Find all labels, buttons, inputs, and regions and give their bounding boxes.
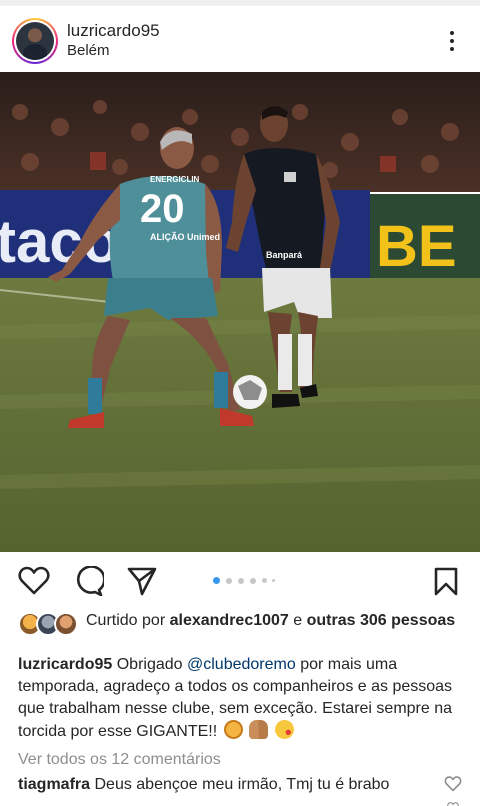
- top-comment: tiagmafra Deus abençoe meu irmão, Tmj tu…: [18, 776, 438, 794]
- liked-by-text: Curtido por alexandrec1007 e outras 306 …: [86, 612, 456, 629]
- heart-icon[interactable]: [18, 566, 50, 596]
- liked-by-avatars: [18, 612, 80, 636]
- caption-text-1: Obrigado: [116, 656, 183, 673]
- post-photo[interactable]: tacon BE 20 ENERGICLIN ALIÇÃO Unimed Ban…: [0, 72, 480, 552]
- liked-by-suffix[interactable]: pessoas: [391, 612, 455, 629]
- player-number: 20: [140, 187, 185, 231]
- carousel-indicator: [213, 577, 283, 584]
- player-left-sponsor-2: ALIÇÃO Unimed: [150, 232, 220, 242]
- post-actions: [0, 552, 480, 608]
- kiss-face-emoji-icon: [274, 720, 294, 739]
- post-username[interactable]: luzricardo95: [67, 21, 160, 41]
- share-icon[interactable]: [126, 566, 158, 596]
- profile-avatar[interactable]: [12, 18, 58, 64]
- player-left-sponsor: ENERGICLIN: [150, 175, 200, 184]
- post-location[interactable]: Belém: [67, 42, 110, 59]
- comment-username[interactable]: tiagmafra: [18, 776, 90, 793]
- comment-text: Deus abençoe meu irmão, Tmj tu é brabo: [94, 776, 390, 793]
- liked-by-user[interactable]: alexandrec1007: [170, 612, 289, 629]
- football-match-image: tacon BE 20 ENERGICLIN ALIÇÃO Unimed Ban…: [0, 72, 480, 552]
- player-right-sponsor: Banpará: [266, 250, 303, 260]
- comment-heart-icon[interactable]: [444, 776, 462, 792]
- comment-icon[interactable]: [72, 565, 106, 597]
- lion-emoji-icon: [223, 720, 243, 739]
- ad-board-right: BE: [376, 214, 457, 279]
- view-all-comments-link[interactable]: Ver todos os 12 comentários: [18, 751, 221, 769]
- caption-mention[interactable]: @clubedoremo: [187, 656, 296, 673]
- more-options-icon[interactable]: [436, 26, 468, 56]
- bookmark-icon[interactable]: [430, 566, 462, 596]
- post-caption: luzricardo95 Obrigado @clubedoremo por m…: [18, 654, 468, 743]
- next-comment-heart-icon: [447, 800, 459, 806]
- post-header: luzricardo95 Belém: [0, 6, 480, 72]
- praying-hands-emoji-icon: [249, 720, 269, 739]
- caption-username[interactable]: luzricardo95: [18, 656, 112, 673]
- liked-by-others[interactable]: outras 306: [307, 612, 387, 629]
